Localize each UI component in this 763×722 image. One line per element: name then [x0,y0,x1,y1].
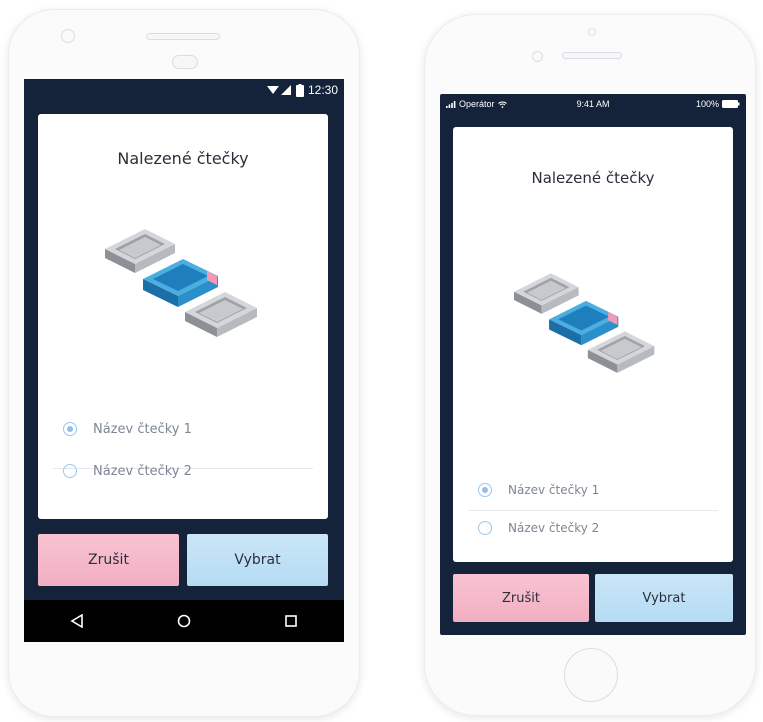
reader-option-label: Název čtečky 2 [508,521,600,535]
radio-selected-icon[interactable] [63,422,77,436]
reader-option-label: Název čtečky 1 [508,483,600,497]
card-readers-illustration [105,229,257,337]
android-status-bar: 12:30 [24,79,344,101]
battery-percentage: 100% [695,99,719,109]
dialog-title: Nalezené čtečky [531,169,655,187]
reader-dialog: Nalezené čtečky Název čtečky 1 Název čte… [453,127,733,562]
dialog-title: Nalezené čtečky [117,149,249,168]
android-front-camera [61,29,75,43]
android-screen: 12:30 Nalezené čtečky Název čtečky 1 Náz… [24,79,344,642]
cancel-button[interactable]: Zrušit [38,534,179,586]
cancel-button[interactable]: Zrušit [453,574,589,622]
reader-option-label: Název čtečky 2 [93,463,192,479]
iphone-screen: Operátor 9:41 AM 100% Nalezené čtečky Ná… [440,94,746,635]
battery-icon [295,83,304,97]
recents-square-icon[interactable] [282,612,300,630]
wifi-signal-icon [266,85,291,95]
card-readers-illustration [514,273,655,373]
reader-option-1[interactable]: Název čtečky 1 [53,409,313,449]
android-phone-mockup: 12:30 Nalezené čtečky Název čtečky 1 Náz… [8,9,360,717]
iphone-proximity-sensor [588,28,596,36]
android-sensor [172,55,198,69]
select-button[interactable]: Vybrat [187,534,328,586]
reader-option-2[interactable]: Název čtečky 2 [53,451,313,491]
select-button[interactable]: Vybrat [595,574,733,622]
iphone-home-button[interactable] [564,648,618,702]
iphone-mockup: Operátor 9:41 AM 100% Nalezené čtečky Ná… [424,14,756,716]
reader-option-1[interactable]: Název čtečky 1 [468,470,718,510]
radio-selected-icon[interactable] [478,483,492,497]
home-circle-icon[interactable] [175,612,193,630]
radio-unselected-icon[interactable] [63,464,77,478]
battery-icon [722,100,740,108]
reader-option-label: Název čtečky 1 [93,421,192,437]
radio-unselected-icon[interactable] [478,521,492,535]
reader-dialog: Nalezené čtečky Název čtečky 1 Název čte… [38,114,328,519]
back-triangle-icon[interactable] [68,612,86,630]
iphone-speaker [562,52,622,59]
iphone-front-camera [532,51,543,62]
android-navigation-bar [24,600,344,642]
reader-option-2[interactable]: Název čtečky 2 [468,508,718,548]
android-status-time: 12:30 [307,83,338,97]
android-speaker-grille [146,33,220,40]
ios-status-bar: Operátor 9:41 AM 100% [440,94,746,114]
